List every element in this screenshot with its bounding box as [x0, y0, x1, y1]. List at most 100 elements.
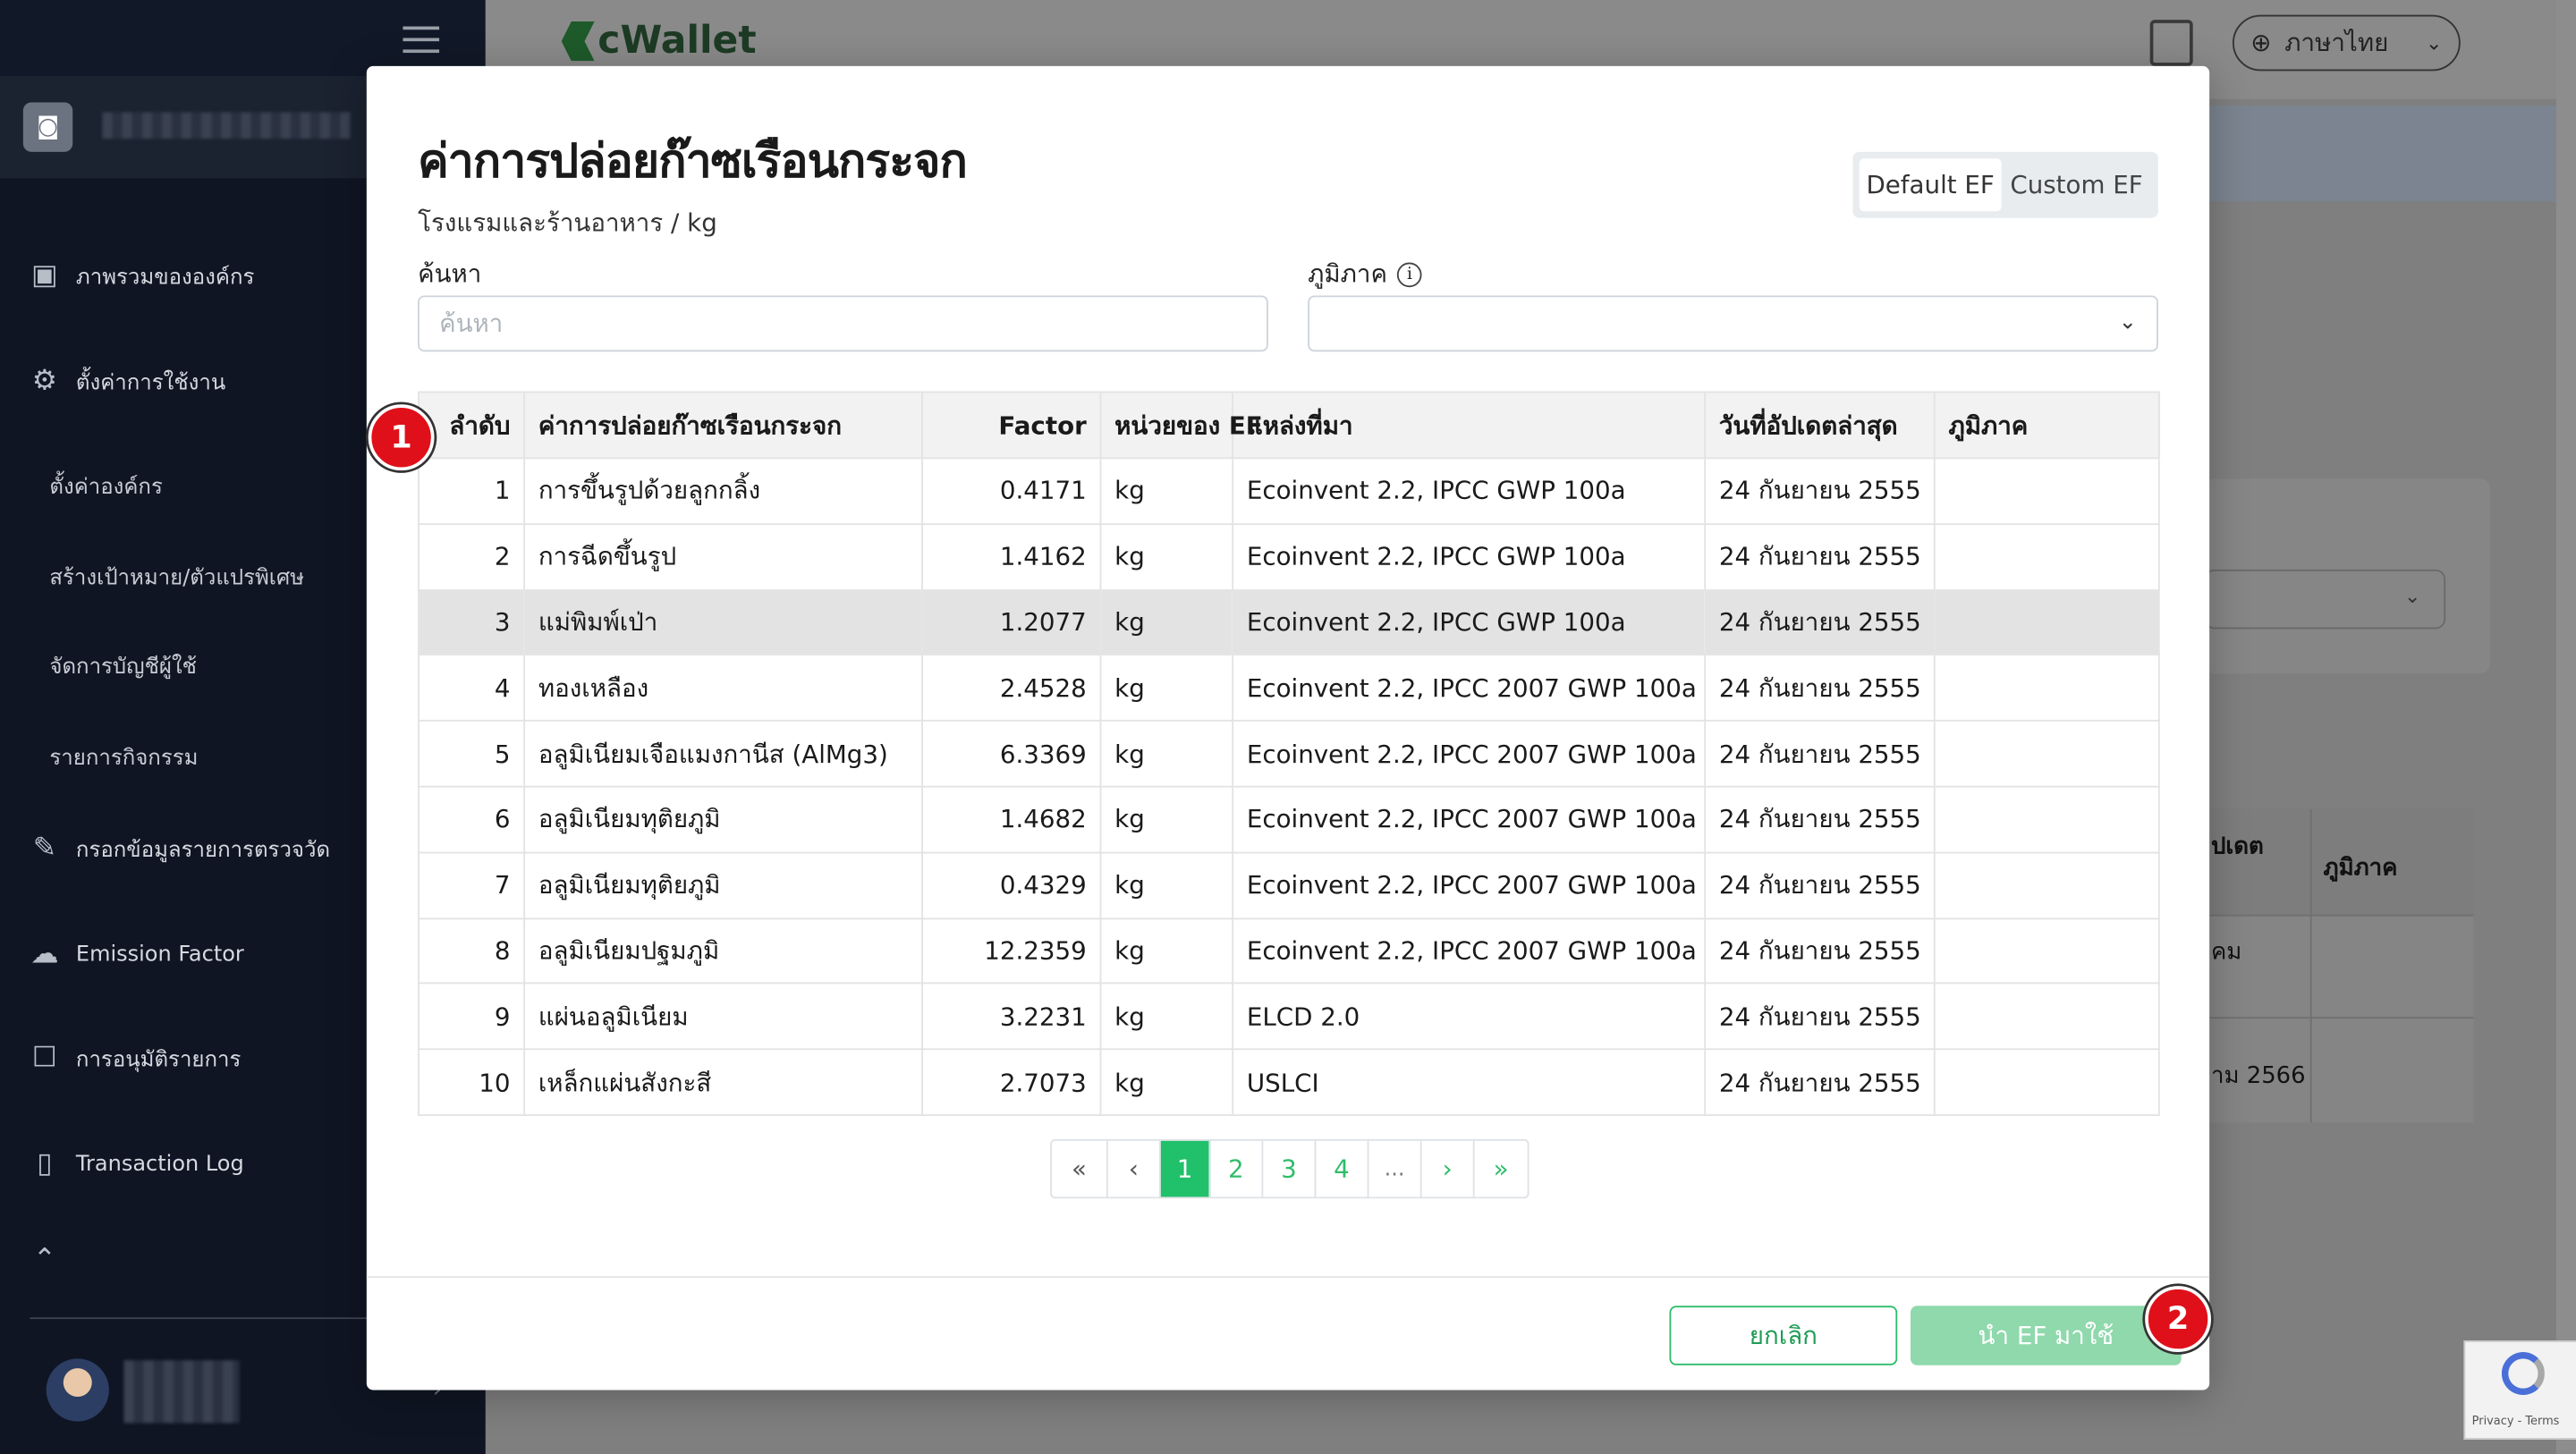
menu-toggle-icon[interactable] — [402, 26, 440, 54]
cell-unit: kg — [1099, 522, 1234, 591]
cell-region — [1933, 654, 2160, 723]
apply-ef-button[interactable]: นำ EF มาใช้ — [1910, 1306, 2182, 1365]
sidebar-item-settings[interactable]: ⚙ ตั้งค่าการใช้งาน — [27, 363, 226, 400]
ef-type-toggle: Default EF Custom EF — [1852, 151, 2158, 218]
cell-index: 1 — [418, 457, 526, 525]
sidebar-item-overview[interactable]: ▣ ภาพรวมขององค์กร — [27, 258, 255, 294]
logo-mark-icon — [561, 21, 595, 62]
table-divider — [2204, 914, 2474, 917]
search-input[interactable] — [418, 295, 1268, 352]
table-row[interactable]: 9 แผ่นอลูมิเนียม 3.2231 kg ELCD 2.0 24 กันยาย… — [418, 983, 2160, 1051]
cell-unit: kg — [1099, 654, 1234, 723]
region-select[interactable]: ⌄ — [1308, 295, 2158, 352]
recaptcha-links[interactable]: Privacy - Terms — [2472, 1415, 2560, 1428]
cell-name: อลูมิเนียมทุติยภูมิ — [523, 785, 923, 854]
page-3-button[interactable]: 3 — [1263, 1140, 1317, 1197]
column-header-region[interactable]: ภูมิภาค — [1933, 391, 2160, 460]
first-page-button[interactable]: « — [1052, 1140, 1108, 1197]
step-badge-1: 1 — [368, 404, 435, 471]
custom-ef-option[interactable]: Custom EF — [2002, 158, 2152, 211]
recaptcha-badge[interactable]: Privacy - Terms — [2463, 1340, 2576, 1440]
cell-updated: 24 กันยายน 2555 — [1704, 522, 1936, 591]
document-info-icon[interactable] — [2149, 20, 2193, 66]
cell-unit: kg — [1099, 785, 1234, 854]
language-label: ภาษาไทย — [2284, 28, 2389, 58]
sidebar-item-data-entry[interactable]: ✎ กรอกข้อมูลรายการตรวจวัด — [27, 831, 331, 867]
cell-factor: 6.3369 — [921, 720, 1102, 788]
cell-unit: kg — [1099, 983, 1234, 1051]
table-row[interactable]: 7 อลูมิเนียมทุติยภูมิ 0.4329 kg Ecoinvent 2.… — [418, 851, 2160, 919]
next-page-button[interactable]: › — [1422, 1140, 1475, 1197]
column-header-name[interactable]: ค่าการปล่อยก๊าซเรือนกระจก — [523, 391, 923, 460]
cell-index: 6 — [418, 785, 526, 854]
table-row[interactable]: 3 แม่พิมพ์เป่า 1.2077 kg Ecoinvent 2.2, IPCC… — [418, 588, 2160, 656]
emission-factor-modal: ค่าการปล่อยก๊าซเรือนกระจก โรงแรมและร้านอ… — [366, 65, 2210, 1391]
last-page-button[interactable]: » — [1475, 1141, 1528, 1197]
page-2-button[interactable]: 2 — [1210, 1140, 1264, 1197]
cell-index: 5 — [418, 720, 526, 788]
column-header-updated[interactable]: วันที่อัปเดตล่าสุด — [1704, 391, 1936, 460]
cell-factor: 12.2359 — [921, 917, 1102, 985]
pagination-ellipsis: ... — [1368, 1140, 1422, 1197]
table-row[interactable]: 10 เหล็กแผ่นสังกะสี 2.7073 kg USLCI 24 กันยาย… — [418, 1048, 2160, 1116]
cell-region — [1933, 522, 2160, 591]
mountain-icon: ⌃ — [32, 1243, 56, 1277]
table-row[interactable]: 1 การขึ้นรูปด้วยลูกกลิ้ง 0.4171 kg Ecoinvent… — [418, 457, 2160, 525]
cell-updated: 24 กันยายน 2555 — [1704, 983, 1936, 1051]
column-header-index[interactable]: ลำดับ — [418, 391, 526, 460]
column-header-unit[interactable]: หน่วยของ EF — [1099, 391, 1263, 460]
table-row[interactable]: 2 การฉีดขึ้นรูป 1.4162 kg Ecoinvent 2.2, IPC… — [418, 522, 2160, 591]
cell-region — [1933, 457, 2160, 525]
table-row[interactable]: 5 อลูมิเนียมเจือแมงกานีส (AlMg3) 6.3369 kg E… — [418, 720, 2160, 788]
table-row[interactable]: 8 อลูมิเนียมปฐมภูมิ 12.2359 kg Ecoinvent 2.2… — [418, 917, 2160, 985]
cell-region — [1933, 917, 2160, 985]
column-header-factor[interactable]: Factor — [921, 391, 1102, 460]
info-icon[interactable]: i — [1397, 261, 1422, 287]
sidebar-item-transaction-log[interactable]: ▯ Transaction Log — [27, 1145, 244, 1182]
cell-updated: 24 กันยายน 2555 — [1704, 720, 1936, 788]
background-select[interactable]: ⌄ — [2204, 569, 2446, 630]
cell-name: ทองเหลือง — [523, 654, 923, 723]
sidebar-item-emission-factor[interactable]: ☁ Emission Factor — [27, 936, 244, 973]
cell-source: Ecoinvent 2.2, IPCC GWP 100a — [1232, 588, 1707, 656]
page-4-button[interactable]: 4 — [1316, 1140, 1369, 1197]
sidebar-item-label: กรอกข้อมูลรายการตรวจวัด — [75, 837, 331, 863]
sidebar-subitem-org-settings[interactable]: ตั้งค่าองค์กร — [49, 469, 162, 503]
default-ef-option[interactable]: Default EF — [1859, 158, 2002, 212]
table-row[interactable]: 4 ทองเหลือง 2.4528 kg Ecoinvent 2.2, IPCC 20… — [418, 654, 2160, 723]
page-1-button[interactable]: 1 — [1160, 1140, 1211, 1197]
cell-updated: 24 กันยายน 2555 — [1704, 654, 1936, 723]
sidebar-subitem-activities[interactable]: รายการกิจกรรม — [49, 740, 198, 774]
globe-icon: ⊕ — [2250, 28, 2272, 58]
prev-page-button[interactable]: ‹ — [1108, 1140, 1161, 1197]
cell-region — [1933, 983, 2160, 1051]
avatar[interactable] — [46, 1358, 109, 1422]
modal-subtitle: โรงแรมและร้านอาหาร / kg — [418, 207, 717, 238]
sidebar-subitem-accounts[interactable]: จัดการบัญชีผู้ใช้ — [49, 649, 197, 684]
column-header-source[interactable]: แหล่งที่มา — [1232, 391, 1707, 460]
cell-region — [1933, 851, 2160, 919]
page-scrollbar[interactable] — [2555, 0, 2576, 1454]
cell-source: Ecoinvent 2.2, IPCC GWP 100a — [1232, 457, 1707, 525]
cancel-button[interactable]: ยกเลิก — [1669, 1306, 1898, 1365]
emission-factor-table: ลำดับ ค่าการปล่อยก๊าซเรือนกระจก Factor ห… — [418, 391, 2160, 1116]
sidebar-item-label: ภาพรวมขององค์กร — [75, 265, 255, 290]
sidebar-item-label: การอนุมัติรายการ — [75, 1047, 242, 1073]
background-cell: คม — [2210, 939, 2242, 966]
table-row[interactable]: 6 อลูมิเนียมทุติยภูมิ 1.4682 kg Ecoinvent 2.… — [418, 785, 2160, 854]
app-logo[interactable]: cWallet — [561, 20, 757, 63]
sidebar-subitem-targets[interactable]: สร้างเป้าหมาย/ตัวแปรพิเศษ — [49, 560, 304, 595]
pencil-icon: ✎ — [32, 832, 56, 866]
background-cell: าม 2566 — [2210, 1062, 2306, 1090]
sidebar-item-partial[interactable]: ⌃ — [27, 1241, 64, 1278]
language-selector[interactable]: ⊕ ภาษาไทย ⌄ — [2232, 14, 2461, 72]
cell-unit: kg — [1099, 851, 1234, 919]
sidebar-item-approval[interactable]: ☐ การอนุมัติรายการ — [27, 1040, 242, 1077]
cell-name: อลูมิเนียมเจือแมงกานีส (AlMg3) — [523, 720, 923, 788]
cell-region — [1933, 785, 2160, 854]
cloud-icon: ☁ — [30, 937, 59, 971]
background-header-updated: ปเดต — [2210, 833, 2264, 860]
table-header-row: ลำดับ ค่าการปล่อยก๊าซเรือนกระจก Factor ห… — [418, 391, 2160, 460]
cell-factor: 1.2077 — [921, 588, 1102, 656]
cell-updated: 24 กันยายน 2555 — [1704, 851, 1936, 919]
